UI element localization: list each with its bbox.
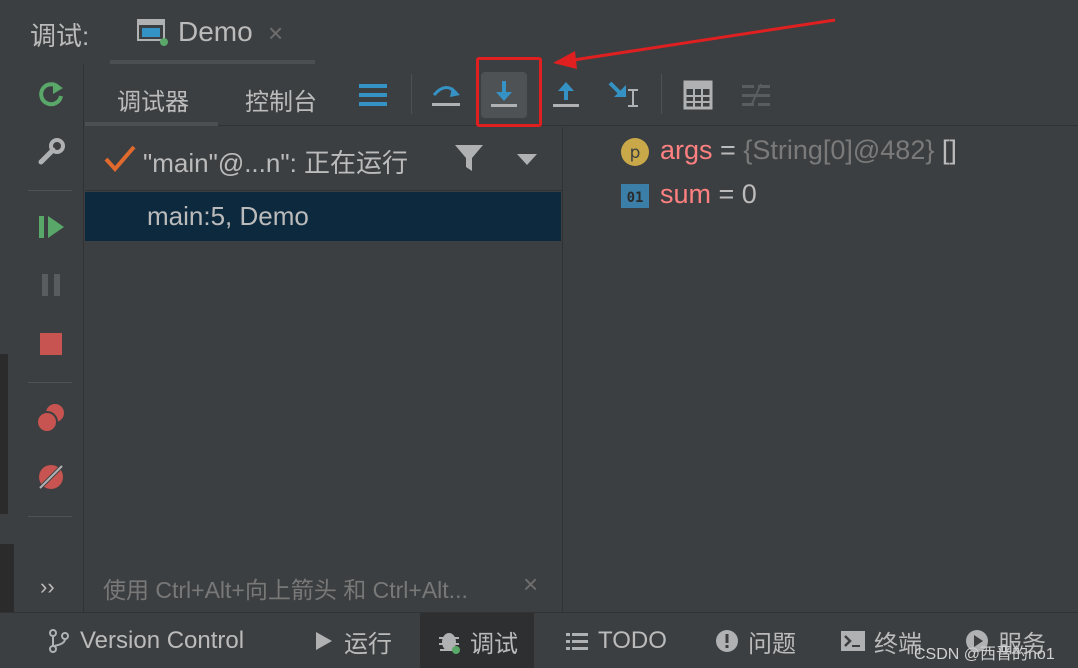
tool-run[interactable]: 运行 <box>310 613 392 668</box>
stack-frame-row[interactable]: main:5, Demo <box>85 192 561 241</box>
rerun-button[interactable] <box>33 76 69 112</box>
svg-text:p: p <box>630 143 641 163</box>
primitive-icon: 01 <box>621 184 649 208</box>
pause-icon <box>42 274 60 296</box>
stop-icon <box>40 333 62 355</box>
parameter-icon: p <box>621 138 649 166</box>
resume-button[interactable] <box>33 209 69 245</box>
side-divider <box>28 516 72 517</box>
run-icon <box>316 632 332 650</box>
thread-selector[interactable]: "main"@...n": 正在运行 <box>85 127 563 191</box>
debug-header: 调试: Demo × <box>0 0 1078 64</box>
annotation-highlight-box <box>476 57 542 127</box>
step-over-button[interactable] <box>423 72 469 118</box>
hint-text: 使用 Ctrl+Alt+向上箭头 和 Ctrl+Alt... <box>103 577 468 603</box>
tab-debugger-underline <box>85 122 218 126</box>
calculator-icon <box>683 80 713 110</box>
tool-label: 问题 <box>748 630 796 658</box>
filter-icon[interactable] <box>453 143 485 173</box>
tab-demo[interactable]: Demo × <box>110 6 315 64</box>
menu-lines-icon <box>359 84 387 106</box>
run-to-cursor-icon <box>608 81 638 107</box>
toolbar-divider <box>661 74 662 114</box>
step-over-icon <box>432 86 460 106</box>
tab-console[interactable]: 控制台 <box>245 82 317 117</box>
tab-debugger[interactable]: 调试器 <box>117 82 189 117</box>
stack-frame-label: main:5, Demo <box>147 201 309 231</box>
debug-side-toolbar: ›› <box>18 64 84 612</box>
chevron-down-icon[interactable] <box>515 151 539 167</box>
annotation-arrow <box>553 18 836 69</box>
thread-label: "main"@...n": 正在运行 <box>143 148 409 178</box>
run-to-cursor-button[interactable] <box>600 72 646 118</box>
more-actions-button[interactable]: ›› <box>40 574 55 600</box>
tool-label: 运行 <box>344 630 392 658</box>
evaluate-expression-button[interactable] <box>675 72 721 118</box>
check-icon <box>104 145 136 173</box>
close-icon[interactable]: × <box>268 18 283 49</box>
toolbar-divider <box>411 74 412 114</box>
variable-name: sum <box>660 179 712 209</box>
variable-value-extra: [] <box>934 135 957 165</box>
pause-button[interactable] <box>33 267 69 303</box>
mute-breakpoints-button[interactable] <box>33 459 69 495</box>
side-divider <box>28 382 72 383</box>
breakpoints-icon <box>36 404 64 433</box>
variable-equals: = <box>712 135 744 165</box>
application-window-icon <box>137 19 168 46</box>
outer-tool-strip <box>0 64 18 654</box>
tool-problems[interactable]: 问题 <box>714 613 796 668</box>
terminal-icon <box>841 631 865 651</box>
variable-equals: = <box>711 179 742 209</box>
view-breakpoints-button[interactable] <box>33 400 69 436</box>
wrench-icon <box>38 138 65 165</box>
variable-name: args <box>660 135 713 165</box>
svg-text:01: 01 <box>627 190 644 206</box>
mute-breakpoints-icon <box>38 464 64 490</box>
side-divider <box>28 190 72 191</box>
bug-icon <box>439 633 460 654</box>
tool-label: TODO <box>598 627 667 654</box>
variables-panel: p args = {String[0]@482} [] 01 sum = 0 <box>564 127 1078 612</box>
tool-debug[interactable]: 调试 <box>420 613 534 668</box>
settings-button[interactable] <box>33 134 69 170</box>
resume-icon <box>39 216 64 238</box>
tool-terminal[interactable]: 终端 <box>840 613 922 668</box>
close-icon[interactable]: × <box>523 569 538 600</box>
branch-icon <box>49 629 69 653</box>
tool-label: Version Control <box>80 627 245 654</box>
step-out-button[interactable] <box>543 72 589 118</box>
trace-icon <box>742 83 770 107</box>
alert-icon <box>716 630 738 652</box>
tool-todo[interactable]: TODO <box>564 613 667 668</box>
variable-value: {String[0]@482} <box>743 135 935 165</box>
tab-demo-label: Demo <box>178 16 253 47</box>
watermark: CSDN @西晋的no1 <box>914 646 1055 663</box>
variable-value: 0 <box>741 179 757 209</box>
tool-version-control[interactable]: Version Control <box>46 613 244 668</box>
debug-panel-label: 调试: <box>30 21 90 51</box>
trace-stream-button[interactable] <box>733 72 779 118</box>
bookmarks-tool-tab[interactable] <box>0 354 8 514</box>
tool-label: 调试 <box>470 630 518 658</box>
stop-button[interactable] <box>33 326 69 362</box>
step-out-icon <box>553 82 579 107</box>
list-icon <box>566 633 588 650</box>
show-execution-point-button[interactable] <box>350 72 396 118</box>
frames-panel: "main"@...n": 正在运行 main:5, Demo 使用 Ctrl+… <box>85 127 563 612</box>
rerun-icon <box>39 82 63 107</box>
